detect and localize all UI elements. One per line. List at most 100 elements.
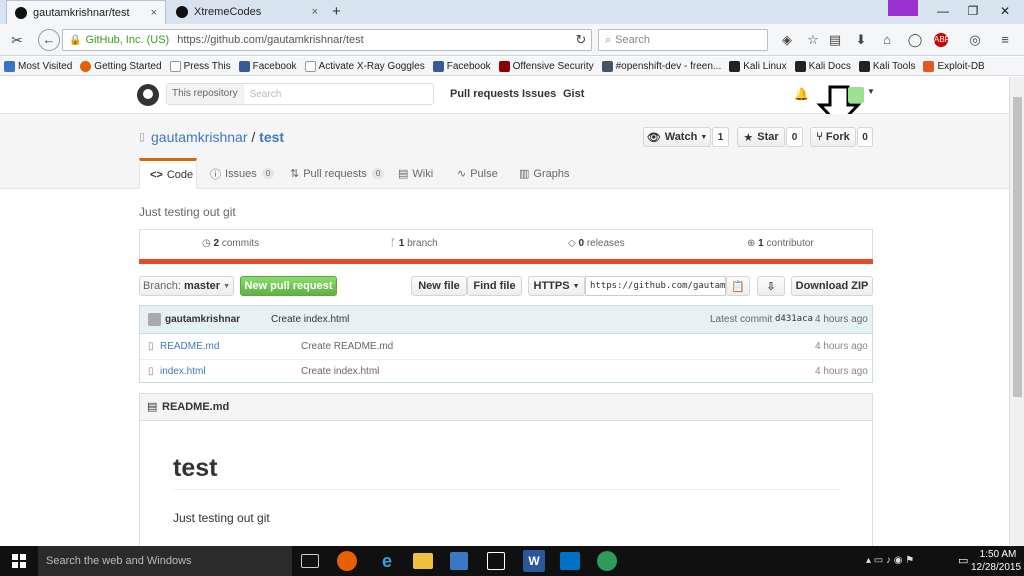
url-text[interactable]: https://github.com/gautamkrishnar/test	[177, 34, 363, 46]
tab-code[interactable]: <> Code	[139, 158, 197, 189]
reload-icon[interactable]: ↻	[572, 31, 590, 49]
bookmark-item[interactable]: Getting Started	[80, 60, 162, 72]
kali-icon	[858, 60, 870, 72]
file-commit-time: 4 hours ago	[815, 341, 868, 352]
restore-button[interactable]: ❐	[958, 0, 988, 22]
branch-select[interactable]: Branch: master ▼	[139, 276, 234, 296]
bookmark-item[interactable]: Facebook	[238, 60, 297, 72]
tab-github-test[interactable]: gautamkrishnar/test ×	[6, 0, 166, 24]
clock-time[interactable]: 1:50 AM	[976, 549, 1020, 560]
app-globe-icon[interactable]	[597, 551, 617, 571]
minimize-button[interactable]: —	[928, 0, 958, 22]
page-scrollbar[interactable]	[1009, 77, 1024, 546]
avatar[interactable]	[848, 87, 864, 103]
bookmark-item[interactable]: Activate X-Ray Goggles	[304, 60, 425, 72]
copy-clipboard-icon[interactable]: 📋	[726, 276, 750, 296]
close-tab-icon[interactable]: ×	[151, 7, 157, 19]
file-name[interactable]: README.md	[160, 341, 219, 352]
task-view-icon[interactable]	[301, 554, 319, 568]
bookmark-item[interactable]: Facebook	[432, 60, 491, 72]
bookmark-item[interactable]: Offensive Security	[498, 60, 594, 72]
tab-wiki[interactable]: ▤ Wiki	[398, 158, 433, 189]
watch-button[interactable]: 👁 Watch ▼	[643, 127, 711, 147]
repo-search-box[interactable]: This repository Search	[166, 83, 434, 105]
nav-pull-requests[interactable]: Pull requests	[450, 88, 519, 100]
tab-graphs[interactable]: ▥ Graphs	[519, 158, 569, 189]
url-bar[interactable]: 🔒 GitHub, Inc. (US) https://github.com/g…	[62, 29, 592, 51]
new-file-button[interactable]: New file	[411, 276, 467, 296]
action-center-icon[interactable]: ▭	[958, 554, 968, 567]
powershell-icon[interactable]	[560, 552, 580, 570]
commits-link[interactable]: ◷ 2 commits	[202, 238, 259, 249]
addon-icon[interactable]: ◎	[966, 31, 984, 49]
menu-icon[interactable]: ≡	[996, 31, 1014, 49]
commit-message[interactable]: Create index.html	[271, 314, 349, 325]
fork-count[interactable]: 0	[857, 127, 873, 147]
desktop-download-icon[interactable]: ⇩	[757, 276, 785, 296]
bookmark-item[interactable]: Kali Linux	[729, 60, 787, 72]
watch-count[interactable]: 1	[712, 127, 729, 147]
reading-list-icon[interactable]: ▤	[826, 31, 844, 49]
chat-icon[interactable]: ◯	[906, 31, 924, 49]
chevron-down-icon[interactable]: ▼	[867, 87, 875, 96]
taskbar-search-box[interactable]: Search the web and Windows	[38, 546, 292, 576]
search-box[interactable]: ⌕ Search	[598, 29, 768, 51]
download-icon[interactable]: ⬇	[852, 31, 870, 49]
bookmark-item[interactable]: Most Visited	[4, 60, 72, 72]
commit-author[interactable]: gautamkrishnar	[165, 314, 240, 325]
bookmark-item[interactable]: Press This	[169, 60, 231, 72]
file-commit-message[interactable]: Create README.md	[301, 341, 393, 352]
branches-link[interactable]: ᚴ 1 branch	[390, 238, 438, 249]
bookmark-item[interactable]: Kali Docs	[794, 60, 851, 72]
bookmark-item[interactable]: Exploit-DB	[923, 60, 985, 72]
network-app-icon[interactable]	[450, 552, 468, 570]
bookmark-item[interactable]: Kali Tools	[858, 60, 915, 72]
bookmark-label: Facebook	[252, 60, 297, 72]
new-pull-request-button[interactable]: New pull request	[240, 276, 337, 296]
clock-date[interactable]: 12/28/2015	[970, 562, 1022, 573]
close-tab-icon[interactable]: ×	[312, 6, 318, 18]
pocket-icon[interactable]: ◈	[778, 31, 796, 49]
clone-url-input[interactable]: https://github.com/gautam	[585, 276, 726, 296]
clone-protocol-select[interactable]: HTTPS ▼	[528, 276, 585, 296]
commit-sha[interactable]: d431aca	[775, 314, 813, 324]
back-button[interactable]: ←	[38, 29, 60, 51]
find-file-button[interactable]: Find file	[467, 276, 522, 296]
releases-link[interactable]: ◇ 0 releases	[568, 238, 625, 249]
file-explorer-icon[interactable]	[413, 553, 433, 569]
fork-button[interactable]: ⑂ Fork	[810, 127, 856, 147]
home-icon[interactable]: ⌂	[878, 31, 896, 49]
nav-issues[interactable]: Issues	[522, 88, 556, 100]
contributors-link[interactable]: ⊕ 1 contributor	[747, 238, 814, 249]
firefox-taskbar-icon[interactable]	[337, 551, 357, 571]
file-commit-message[interactable]: Create index.html	[301, 366, 379, 377]
star-button[interactable]: ★ Star	[737, 127, 785, 147]
word-icon[interactable]: W	[523, 550, 545, 572]
bookmark-item[interactable]: #openshift-dev - freen...	[601, 60, 721, 72]
scissors-icon[interactable]: ✂	[8, 31, 26, 49]
github-logo-icon[interactable]	[137, 84, 159, 106]
close-window-button[interactable]: ✕	[990, 0, 1020, 22]
tray-icons[interactable]: ▴ ▭ ♪ ◉ ⚑	[866, 555, 914, 566]
adblock-icon[interactable]: ABP	[934, 33, 950, 47]
chevron-down-icon: ▼	[700, 133, 708, 141]
windows-start-icon[interactable]	[12, 554, 26, 568]
edge-icon[interactable]: e	[376, 550, 398, 572]
scrollbar-thumb[interactable]	[1013, 97, 1022, 397]
download-zip-button[interactable]: Download ZIP	[791, 276, 873, 296]
file-name[interactable]: index.html	[160, 366, 206, 377]
bookmark-star-icon[interactable]: ☆	[804, 31, 822, 49]
new-tab-button[interactable]: +	[332, 3, 341, 20]
table-row[interactable]: ▯ README.md Create README.md 4 hours ago	[140, 335, 872, 360]
repo-name-link[interactable]: test	[259, 129, 284, 145]
notifications-bell-icon[interactable]: 🔔	[794, 87, 809, 101]
table-row[interactable]: ▯ index.html Create index.html 4 hours a…	[140, 360, 872, 385]
tab-pull-requests[interactable]: ⇅ Pull requests 0	[290, 158, 385, 189]
star-count[interactable]: 0	[786, 127, 803, 147]
tab-issues[interactable]: ⓘ Issues 0	[210, 158, 275, 189]
nav-gist[interactable]: Gist	[563, 88, 584, 100]
store-icon[interactable]	[487, 552, 505, 570]
tab-xtremecodes[interactable]: XtremeCodes ×	[168, 0, 326, 24]
repo-owner-link[interactable]: gautamkrishnar	[151, 129, 248, 145]
tab-pulse[interactable]: ∿ Pulse	[457, 158, 498, 189]
